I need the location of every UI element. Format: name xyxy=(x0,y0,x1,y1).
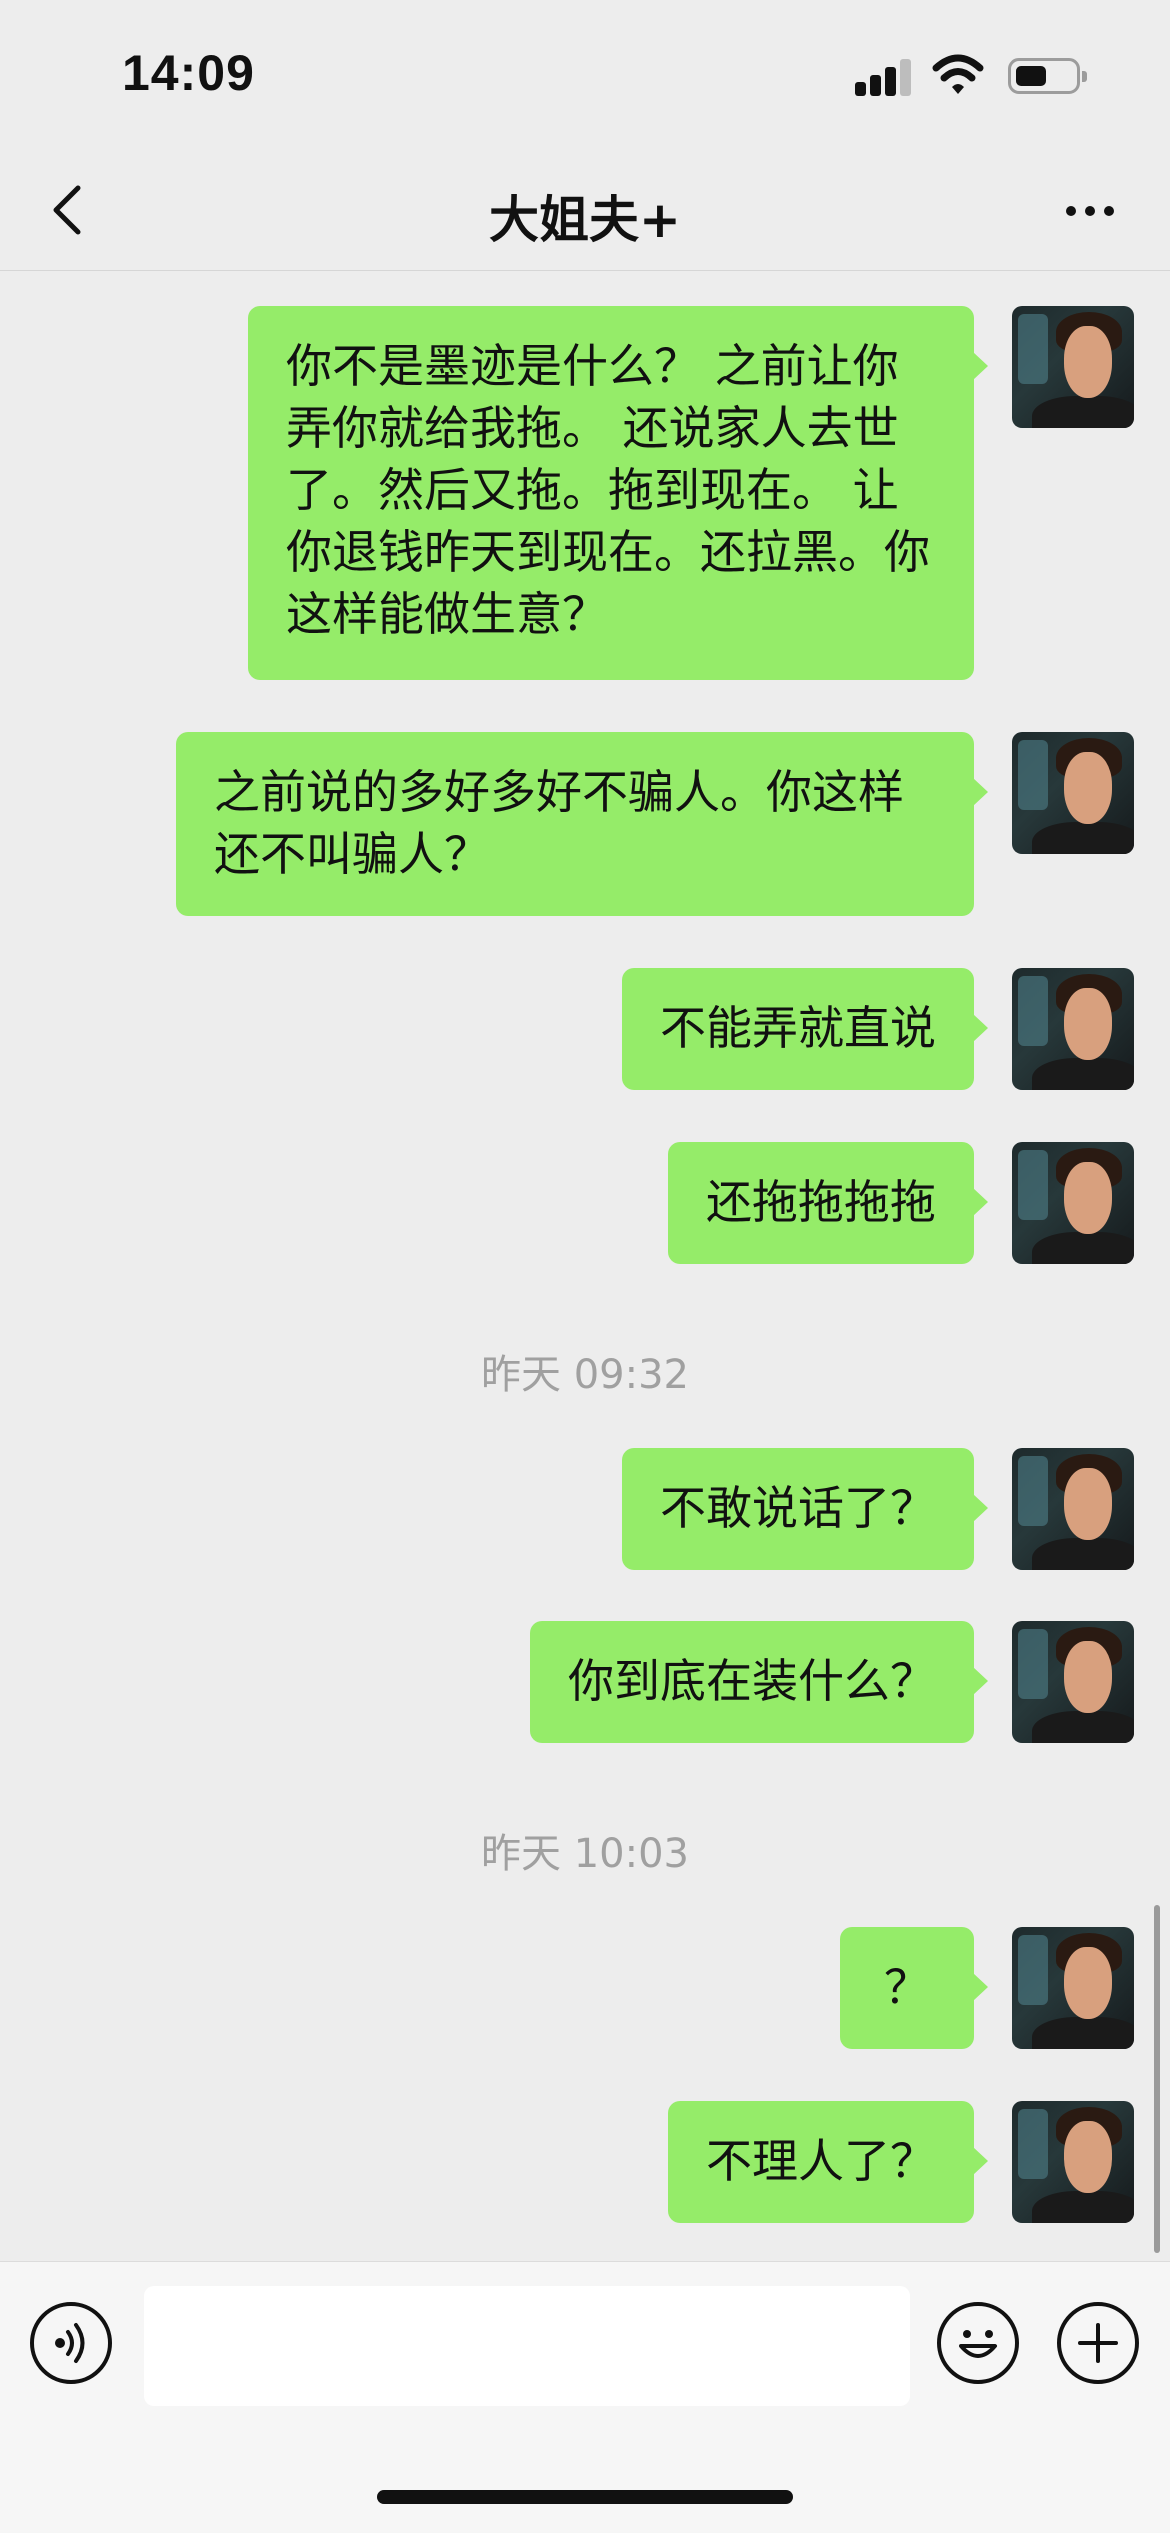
message-text: 不能弄就直说 xyxy=(660,1001,936,1055)
avatar[interactable] xyxy=(1012,1927,1134,2049)
chat-header: 大姐夫+ xyxy=(0,150,1170,271)
message-bubble[interactable]: 你不是墨迹是什么？ 之前让你弄你就给我拖。 还说家人去世了。然后又拖。拖到现在。… xyxy=(248,306,988,680)
status-time: 14:09 xyxy=(122,45,255,101)
avatar[interactable] xyxy=(1012,2101,1134,2223)
plus-icon[interactable] xyxy=(1057,2302,1139,2384)
message-bubble[interactable]: 之前说的多好多好不骗人。你这样还不叫骗人？ xyxy=(176,732,988,916)
message-bubble[interactable]: 不理人了？ xyxy=(668,2101,988,2223)
signal-icon xyxy=(855,56,915,96)
message-bubble[interactable]: 不能弄就直说 xyxy=(622,968,988,1090)
scrollbar[interactable] xyxy=(1154,1905,1160,2253)
battery-icon xyxy=(1008,58,1087,94)
avatar[interactable] xyxy=(1012,968,1134,1090)
status-bar: 14:09 xyxy=(0,0,1170,150)
message-bubble[interactable]: ？ xyxy=(840,1927,988,2049)
message-input[interactable] xyxy=(144,2286,910,2406)
message-bubble[interactable]: 不敢说话了？ xyxy=(622,1448,988,1570)
message-bubble[interactable]: 你到底在装什么？ xyxy=(530,1621,988,1743)
message-text: 你到底在装什么？ xyxy=(568,1654,936,1708)
chat-title: 大姐夫+ xyxy=(489,191,681,249)
message-timestamp: 昨天 10:03 xyxy=(481,1831,689,1877)
message-text: 不理人了？ xyxy=(706,2134,936,2188)
avatar[interactable] xyxy=(1012,732,1134,854)
avatar[interactable] xyxy=(1012,1448,1134,1570)
emoji-icon[interactable] xyxy=(937,2302,1019,2384)
avatar[interactable] xyxy=(1012,1142,1134,1264)
home-indicator xyxy=(377,2490,793,2504)
avatar[interactable] xyxy=(1012,306,1134,428)
wifi-icon xyxy=(932,54,984,94)
message-bubble[interactable]: 还拖拖拖拖 xyxy=(668,1142,988,1264)
message-text: 之前说的多好多好不骗人。你这样还不叫骗人？ xyxy=(214,765,904,881)
voice-icon[interactable] xyxy=(30,2302,112,2384)
message-text: ？ xyxy=(884,1960,930,2014)
message-text: 你不是墨迹是什么？ 之前让你弄你就给我拖。 还说家人去世了。然后又拖。拖到现在。… xyxy=(286,339,930,641)
message-timestamp: 昨天 09:32 xyxy=(481,1352,689,1398)
message-text: 还拖拖拖拖 xyxy=(706,1175,936,1229)
message-text: 不敢说话了？ xyxy=(660,1481,936,1535)
more-dots-icon[interactable] xyxy=(1050,180,1130,240)
message-list[interactable]: 你不是墨迹是什么？ 之前让你弄你就给我拖。 还说家人去世了。然后又拖。拖到现在。… xyxy=(0,271,1170,2260)
avatar[interactable] xyxy=(1012,1621,1134,1743)
